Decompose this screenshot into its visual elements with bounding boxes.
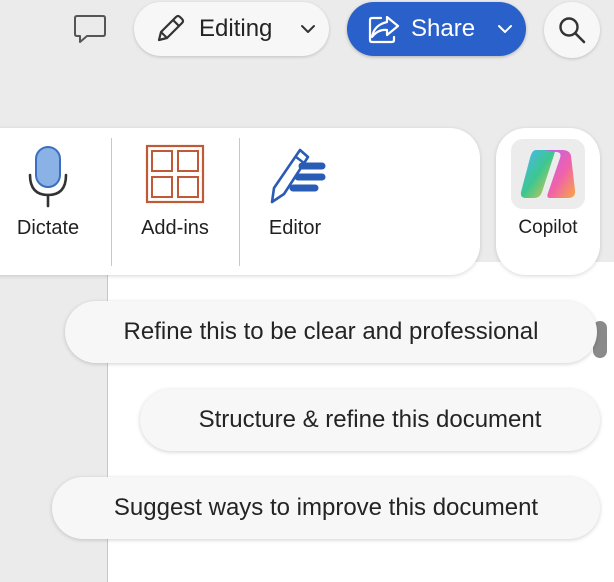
editing-label: Editing <box>199 15 273 42</box>
share-label: Share <box>411 15 476 42</box>
share-icon <box>368 15 400 44</box>
comments-button[interactable] <box>70 12 110 46</box>
pencil-icon <box>157 14 185 42</box>
add-ins-button[interactable]: Add-ins <box>127 128 223 275</box>
editing-mode-button[interactable]: Editing <box>134 2 329 56</box>
share-button[interactable]: Share <box>347 2 526 56</box>
editor-button[interactable]: Editor <box>247 128 343 275</box>
search-icon <box>559 17 586 44</box>
add-ins-label: Add-ins <box>141 217 209 239</box>
search-button[interactable] <box>544 2 600 58</box>
chevron-down-icon <box>498 25 512 33</box>
editor-pen-icon <box>270 148 326 204</box>
ribbon-separator <box>239 138 240 266</box>
copilot-icon <box>520 150 576 198</box>
copilot-tile <box>511 139 585 209</box>
copilot-label: Copilot <box>518 217 578 238</box>
suggestion-chip-suggest-improvements[interactable]: Suggest ways to improve this document <box>52 477 600 539</box>
add-ins-icon <box>145 144 205 204</box>
ribbon-separator <box>111 138 112 266</box>
copilot-button[interactable]: Copilot <box>496 128 600 275</box>
comment-icon <box>74 15 106 43</box>
editor-label: Editor <box>268 217 322 239</box>
chevron-down-icon <box>301 25 315 33</box>
ribbon-group-tools: Dictate Add-ins Editor <box>0 128 480 275</box>
suggestion-chip-structure-refine[interactable]: Structure & refine this document <box>140 389 600 451</box>
microphone-icon <box>28 146 68 208</box>
suggestion-chip-refine-professional[interactable]: Refine this to be clear and professional <box>65 301 597 363</box>
dictate-label: Dictate <box>16 217 80 239</box>
dictate-button[interactable]: Dictate <box>0 128 96 275</box>
